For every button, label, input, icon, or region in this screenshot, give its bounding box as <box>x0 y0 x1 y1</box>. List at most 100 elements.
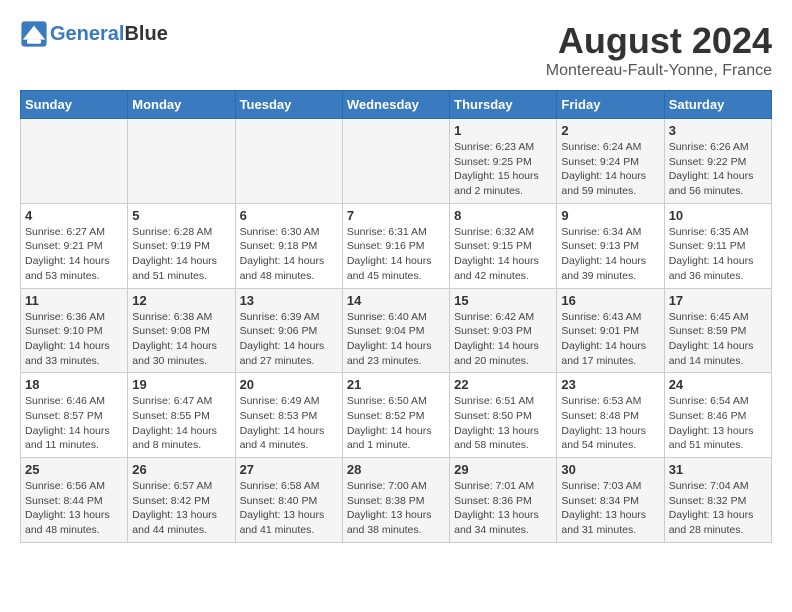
calendar-cell: 17 Sunrise: 6:45 AM Sunset: 8:59 PM Dayli… <box>664 288 771 373</box>
calendar-cell: 1 Sunrise: 6:23 AM Sunset: 9:25 PM Daylig… <box>450 119 557 204</box>
day-number: 28 <box>347 462 445 477</box>
calendar-cell: 20 Sunrise: 6:49 AM Sunset: 8:53 PM Dayli… <box>235 373 342 458</box>
calendar-cell: 21Sunrise: 6:50 AM Sunset: 8:52 PM Dayli… <box>342 373 449 458</box>
day-info: Sunrise: 6:50 AM Sunset: 8:52 PM Dayligh… <box>347 394 445 453</box>
day-info: Sunrise: 6:51 AM Sunset: 8:50 PM Dayligh… <box>454 394 552 453</box>
day-number: 4 <box>25 208 123 223</box>
day-number: 17 <box>669 293 767 308</box>
day-number: 29 <box>454 462 552 477</box>
calendar-cell: 3Sunrise: 6:26 AM Sunset: 9:22 PM Daylig… <box>664 119 771 204</box>
day-number: 24 <box>669 377 767 392</box>
calendar-cell: 31 Sunrise: 7:04 AM Sunset: 8:32 PM Dayli… <box>664 458 771 543</box>
day-info: Sunrise: 6:58 AM Sunset: 8:40 PM Dayligh… <box>240 479 338 538</box>
day-number: 27 <box>240 462 338 477</box>
day-number: 12 <box>132 293 230 308</box>
calendar-cell: 11 Sunrise: 6:36 AM Sunset: 9:10 PM Dayli… <box>21 288 128 373</box>
day-info: Sunrise: 6:46 AM Sunset: 8:57 PM Dayligh… <box>25 394 123 453</box>
day-info: Sunrise: 6:27 AM Sunset: 9:21 PM Dayligh… <box>25 225 123 284</box>
day-info: Sunrise: 7:04 AM Sunset: 8:32 PM Dayligh… <box>669 479 767 538</box>
day-info: Sunrise: 6:56 AM Sunset: 8:44 PM Dayligh… <box>25 479 123 538</box>
day-number: 22 <box>454 377 552 392</box>
day-info: Sunrise: 6:39 AM Sunset: 9:06 PM Dayligh… <box>240 310 338 369</box>
day-number: 11 <box>25 293 123 308</box>
day-number: 2 <box>561 123 659 138</box>
day-info: Sunrise: 6:45 AM Sunset: 8:59 PM Dayligh… <box>669 310 767 369</box>
location-subtitle: Montereau-Fault-Yonne, France <box>546 62 772 80</box>
calendar-cell: 25 Sunrise: 6:56 AM Sunset: 8:44 PM Dayli… <box>21 458 128 543</box>
calendar-cell: 12 Sunrise: 6:38 AM Sunset: 9:08 PM Dayli… <box>128 288 235 373</box>
calendar-cell: 2 Sunrise: 6:24 AM Sunset: 9:24 PM Daylig… <box>557 119 664 204</box>
day-number: 25 <box>25 462 123 477</box>
calendar-cell: 16Sunrise: 6:43 AM Sunset: 9:01 PM Dayli… <box>557 288 664 373</box>
day-number: 8 <box>454 208 552 223</box>
logo-general: General <box>50 23 124 45</box>
day-info: Sunrise: 6:36 AM Sunset: 9:10 PM Dayligh… <box>25 310 123 369</box>
calendar-cell: 24 Sunrise: 6:54 AM Sunset: 8:46 PM Dayli… <box>664 373 771 458</box>
day-info: Sunrise: 6:47 AM Sunset: 8:55 PM Dayligh… <box>132 394 230 453</box>
calendar-header: SundayMondayTuesdayWednesdayThursdayFrid… <box>21 91 772 119</box>
calendar-row-4: 25 Sunrise: 6:56 AM Sunset: 8:44 PM Dayli… <box>21 458 772 543</box>
calendar-cell: 4 Sunrise: 6:27 AM Sunset: 9:21 PM Daylig… <box>21 203 128 288</box>
day-info: Sunrise: 6:23 AM Sunset: 9:25 PM Dayligh… <box>454 140 552 199</box>
day-number: 13 <box>240 293 338 308</box>
weekday-header-saturday: Saturday <box>664 91 771 119</box>
calendar-cell: 27 Sunrise: 6:58 AM Sunset: 8:40 PM Dayli… <box>235 458 342 543</box>
calendar-row-2: 11 Sunrise: 6:36 AM Sunset: 9:10 PM Dayli… <box>21 288 772 373</box>
page-header: GeneralBlue August 2024 Montereau-Fault-… <box>20 20 772 80</box>
day-number: 23 <box>561 377 659 392</box>
logo: GeneralBlue <box>20 20 168 48</box>
weekday-header-friday: Friday <box>557 91 664 119</box>
day-number: 20 <box>240 377 338 392</box>
calendar-cell: 15 Sunrise: 6:42 AM Sunset: 9:03 PM Dayli… <box>450 288 557 373</box>
calendar-cell: 30 Sunrise: 7:03 AM Sunset: 8:34 PM Dayli… <box>557 458 664 543</box>
weekday-header-thursday: Thursday <box>450 91 557 119</box>
day-number: 1 <box>454 123 552 138</box>
calendar-cell: 6Sunrise: 6:30 AM Sunset: 9:18 PM Daylig… <box>235 203 342 288</box>
day-number: 30 <box>561 462 659 477</box>
calendar-cell: 13 Sunrise: 6:39 AM Sunset: 9:06 PM Dayli… <box>235 288 342 373</box>
weekday-header-wednesday: Wednesday <box>342 91 449 119</box>
day-number: 26 <box>132 462 230 477</box>
calendar-cell <box>128 119 235 204</box>
day-info: Sunrise: 6:28 AM Sunset: 9:19 PM Dayligh… <box>132 225 230 284</box>
calendar-cell: 14 Sunrise: 6:40 AM Sunset: 9:04 PM Dayli… <box>342 288 449 373</box>
day-info: Sunrise: 6:42 AM Sunset: 9:03 PM Dayligh… <box>454 310 552 369</box>
day-number: 31 <box>669 462 767 477</box>
calendar-row-1: 4 Sunrise: 6:27 AM Sunset: 9:21 PM Daylig… <box>21 203 772 288</box>
calendar-cell: 29Sunrise: 7:01 AM Sunset: 8:36 PM Dayli… <box>450 458 557 543</box>
day-info: Sunrise: 6:49 AM Sunset: 8:53 PM Dayligh… <box>240 394 338 453</box>
title-section: August 2024 Montereau-Fault-Yonne, Franc… <box>546 20 772 80</box>
day-info: Sunrise: 6:35 AM Sunset: 9:11 PM Dayligh… <box>669 225 767 284</box>
day-number: 7 <box>347 208 445 223</box>
day-info: Sunrise: 6:53 AM Sunset: 8:48 PM Dayligh… <box>561 394 659 453</box>
calendar-cell: 9Sunrise: 6:34 AM Sunset: 9:13 PM Daylig… <box>557 203 664 288</box>
calendar-cell <box>342 119 449 204</box>
day-info: Sunrise: 6:32 AM Sunset: 9:15 PM Dayligh… <box>454 225 552 284</box>
day-info: Sunrise: 6:30 AM Sunset: 9:18 PM Dayligh… <box>240 225 338 284</box>
calendar-cell: 23 Sunrise: 6:53 AM Sunset: 8:48 PM Dayli… <box>557 373 664 458</box>
calendar-cell: 5Sunrise: 6:28 AM Sunset: 9:19 PM Daylig… <box>128 203 235 288</box>
weekday-header-tuesday: Tuesday <box>235 91 342 119</box>
calendar-cell: 22 Sunrise: 6:51 AM Sunset: 8:50 PM Dayli… <box>450 373 557 458</box>
day-info: Sunrise: 6:54 AM Sunset: 8:46 PM Dayligh… <box>669 394 767 453</box>
day-info: Sunrise: 6:57 AM Sunset: 8:42 PM Dayligh… <box>132 479 230 538</box>
calendar-row-0: 1 Sunrise: 6:23 AM Sunset: 9:25 PM Daylig… <box>21 119 772 204</box>
day-number: 3 <box>669 123 767 138</box>
day-info: Sunrise: 6:40 AM Sunset: 9:04 PM Dayligh… <box>347 310 445 369</box>
calendar-cell: 28 Sunrise: 7:00 AM Sunset: 8:38 PM Dayli… <box>342 458 449 543</box>
calendar-cell: 8 Sunrise: 6:32 AM Sunset: 9:15 PM Daylig… <box>450 203 557 288</box>
day-info: Sunrise: 6:34 AM Sunset: 9:13 PM Dayligh… <box>561 225 659 284</box>
day-info: Sunrise: 6:31 AM Sunset: 9:16 PM Dayligh… <box>347 225 445 284</box>
day-info: Sunrise: 6:38 AM Sunset: 9:08 PM Dayligh… <box>132 310 230 369</box>
month-year-title: August 2024 <box>546 20 772 62</box>
day-info: Sunrise: 6:24 AM Sunset: 9:24 PM Dayligh… <box>561 140 659 199</box>
day-info: Sunrise: 7:03 AM Sunset: 8:34 PM Dayligh… <box>561 479 659 538</box>
day-number: 15 <box>454 293 552 308</box>
calendar-cell: 7 Sunrise: 6:31 AM Sunset: 9:16 PM Daylig… <box>342 203 449 288</box>
weekday-header-monday: Monday <box>128 91 235 119</box>
day-info: Sunrise: 7:00 AM Sunset: 8:38 PM Dayligh… <box>347 479 445 538</box>
calendar-cell: 18Sunrise: 6:46 AM Sunset: 8:57 PM Dayli… <box>21 373 128 458</box>
calendar-cell: 19Sunrise: 6:47 AM Sunset: 8:55 PM Dayli… <box>128 373 235 458</box>
calendar-table: SundayMondayTuesdayWednesdayThursdayFrid… <box>20 90 772 543</box>
day-number: 14 <box>347 293 445 308</box>
